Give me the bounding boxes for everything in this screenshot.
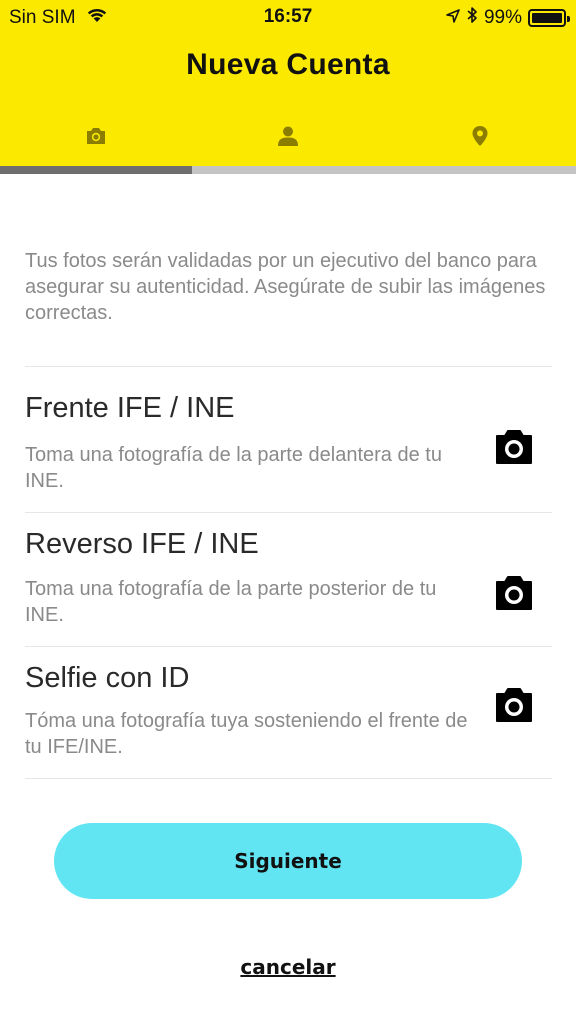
- document-description: Tóma una fotografía tuya sosteniendo el …: [25, 710, 468, 758]
- cancel-link[interactable]: cancelar: [0, 955, 576, 979]
- page-title: Nueva Cuenta: [186, 48, 390, 81]
- document-item-selfie[interactable]: Selfie con ID Tóma una fotografía tuya s…: [0, 646, 576, 778]
- camera-icon[interactable]: [494, 574, 534, 612]
- document-item-back[interactable]: Reverso IFE / INE Toma una fotografía de…: [0, 512, 576, 646]
- document-description: Toma una fotografía de la parte delanter…: [25, 444, 442, 492]
- status-bar: Sin SIM 16:57 99%: [0, 0, 576, 34]
- step-tabs: [0, 118, 576, 158]
- next-button[interactable]: Siguiente: [54, 823, 522, 899]
- bluetooth-icon: [466, 6, 478, 30]
- battery-percent: 99%: [483, 7, 522, 28]
- header: Sin SIM 16:57 99% Nueva Cuenta: [0, 0, 576, 168]
- person-icon: [277, 125, 299, 152]
- tab-photos[interactable]: [0, 118, 192, 158]
- divider: [25, 778, 552, 779]
- tab-profile[interactable]: [192, 118, 384, 158]
- intro-text: Tus fotos serán validadas por un ejecuti…: [25, 250, 546, 324]
- camera-icon: [85, 126, 107, 151]
- step-progress-fill: [0, 166, 192, 174]
- location-arrow-icon: [446, 7, 460, 29]
- step-progress-bar: [0, 166, 576, 174]
- tab-location[interactable]: [384, 118, 576, 158]
- location-pin-icon: [471, 125, 489, 152]
- document-item-front[interactable]: Frente IFE / INE Toma una fotografía de …: [0, 366, 576, 512]
- document-title: Reverso IFE / INE: [25, 528, 259, 560]
- document-title: Frente IFE / INE: [25, 392, 235, 424]
- camera-icon[interactable]: [494, 686, 534, 724]
- battery-icon: [528, 9, 570, 27]
- document-description: Toma una fotografía de la parte posterio…: [25, 578, 437, 626]
- camera-icon[interactable]: [494, 428, 534, 466]
- document-title: Selfie con ID: [25, 662, 190, 694]
